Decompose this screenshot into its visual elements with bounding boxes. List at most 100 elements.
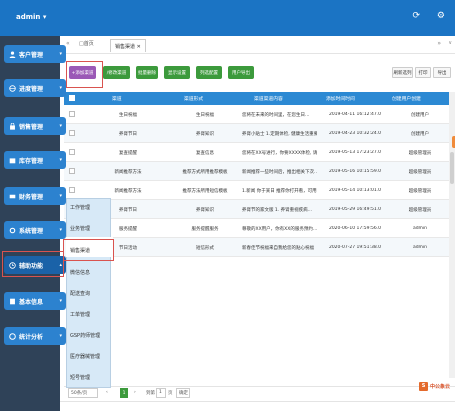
chevron-right-icon[interactable]: » [437, 40, 441, 47]
table-cell: 您将在XX号进行，你要XXXX体检, 请您… [242, 151, 317, 156]
row-checkbox[interactable] [69, 168, 75, 174]
table-cell: 生日祝福 [196, 113, 214, 118]
row-checkbox[interactable] [69, 187, 75, 193]
sidebar-item-sales[interactable]: 销售管理 ▾ [4, 117, 66, 135]
footer-bar [60, 401, 455, 411]
table-cell: 养肾节日 [119, 132, 137, 137]
first-page-button[interactable]: ‹ [106, 390, 108, 395]
row-checkbox[interactable] [69, 149, 75, 155]
tab-active[interactable]: 销售渠道 ✕ [110, 39, 146, 52]
table-cell: 新春佳节祝福来自我给您的贴心祝福 [242, 246, 314, 251]
table-cell: 超级管理员 [408, 208, 432, 213]
sidebar-item-label: 统计分析 [19, 333, 44, 341]
confirm-button[interactable]: 确定 [176, 388, 190, 398]
tab-home[interactable]: □首页 [79, 40, 94, 47]
chevron-down-icon: ▾ [59, 157, 62, 163]
column-config-button[interactable]: 列选配置 [196, 66, 222, 79]
goto-label: 到第 [146, 391, 155, 396]
table-row[interactable]: 新闻推荐方法 推荐方法所用短信模板 1.新闻 你于某日 推荐你打开看，可用… 2019… [64, 181, 455, 200]
column-header[interactable]: 创建用户创建 [392, 95, 421, 102]
submenu-item-medical[interactable]: 医疗器械管理 [70, 353, 100, 360]
page-size-select[interactable]: 50条/页 [68, 388, 98, 398]
table-cell: 养肾小贴士 1.定期体检, 健康生活重要… [242, 132, 317, 137]
table-cell: 养肾知识 [196, 208, 214, 213]
row-checkbox[interactable] [69, 130, 75, 136]
table-cell: 复查提醒 [119, 151, 137, 156]
select-all-checkbox[interactable] [69, 95, 75, 101]
sidebar-item-progress[interactable]: 进度管理 ▾ [4, 79, 66, 97]
page-input[interactable]: 1 [156, 388, 166, 398]
table-row[interactable]: 养肾节日 养肾知识 养肾节的家文版 1. 养肾重视疾病… 2019-05-29 16:… [64, 200, 455, 219]
row-checkbox[interactable] [69, 111, 75, 117]
bag-icon [8, 122, 16, 130]
table-cell: 创建用户 [411, 113, 429, 118]
brand-logo: S 中公象云 [419, 380, 450, 392]
sidebar-item-customers[interactable]: 客户管理 ▾ [4, 45, 66, 63]
sidebar-item-label: 库存管理 [19, 157, 44, 165]
submenu-item-business[interactable]: 业务管理 [70, 225, 90, 232]
user-export-button[interactable]: 用户导出 [228, 66, 254, 79]
table-cell: 尊敬的XX用户，你有XX的服务预约… [242, 227, 317, 232]
batch-delete-button[interactable]: 批量删除 [136, 66, 158, 79]
submenu-item-wechat[interactable]: 微信信息 [70, 269, 90, 276]
sidebar-item-stats[interactable]: 统计分析 ▾ [4, 327, 66, 345]
table-row[interactable]: 养肾节日 养肾知识 养肾小贴士 1.定期体检, 健康生活重要… 2019-04-23 … [64, 124, 455, 143]
table-row[interactable]: 新闻推荐方法 推荐方式所用推荐模板 新闻推荐一些时间后，推出相关下次… 2019-05… [64, 162, 455, 181]
current-page[interactable]: 1 [120, 388, 128, 398]
edit-channel-button[interactable]: /修改渠道 [103, 66, 130, 79]
sidebar-item-inventory[interactable]: 库存管理 ▾ [4, 151, 66, 169]
table-cell: 2019-04-11 16:12:47.0 [328, 112, 382, 117]
gear-icon[interactable]: ⚙ [437, 11, 445, 21]
table-cell: 2020-06-10 17:59:56.0 [328, 226, 382, 231]
submenu-item-delivery[interactable]: 配送查询 [70, 290, 90, 297]
logo-icon: S [419, 381, 428, 391]
table-cell: 养肾知识 [196, 132, 214, 137]
sidebar-item-basic-info[interactable]: 基本信息 ▾ [4, 292, 66, 310]
print-button[interactable]: 打印 [415, 67, 431, 78]
sidebar-item-label: 财务管理 [19, 193, 44, 201]
logo-text: 中公象云 [430, 383, 451, 390]
table-scrollbar[interactable] [449, 92, 455, 378]
sidebar-item-finance[interactable]: 财务管理 ▾ [4, 187, 66, 205]
assist-submenu: 工作管理 业务管理 销售渠道 微信信息 配送查询 工单管理 GSP药师管理 医疗… [66, 198, 113, 388]
submenu-item-gsp[interactable]: GSP药师管理 [70, 332, 100, 339]
refresh-icon[interactable]: ⟳ [413, 11, 421, 21]
table-row[interactable]: 生日祝福 生日祝福 您将在未来的时间里，在您生日… 2019-04-11 16:12:… [64, 105, 455, 124]
submenu-item-work[interactable]: 工作管理 [70, 204, 90, 211]
table-cell: 2019-04-23 10:32:24.0 [328, 131, 382, 136]
export-button[interactable]: 导出 [433, 67, 451, 78]
refresh-columns-button[interactable]: 刷新选列 [392, 67, 413, 78]
show-config-button[interactable]: 显示设置 [164, 66, 190, 79]
column-header[interactable]: 渠道渠道内容 [254, 95, 283, 102]
scrollbar-thumb[interactable] [450, 152, 454, 184]
table-row[interactable]: 节日活动 短信形式 新春佳节祝福来自我给您的贴心祝福 2020-07-27 19:51… [64, 238, 455, 257]
box-icon [8, 156, 16, 164]
highlight-add-button [66, 61, 103, 88]
globe-icon [8, 84, 16, 92]
column-header[interactable]: 渠道形式 [184, 95, 203, 102]
submenu-item-shortcode[interactable]: 短号管理 [70, 374, 90, 381]
table-cell: 复查信息 [196, 151, 214, 156]
chevron-down-icon: ▾ [59, 227, 62, 233]
top-icons: ⟳ ⚙ [399, 11, 446, 21]
next-page-button[interactable]: › [134, 390, 136, 395]
sidebar-item-system[interactable]: 系统管理 ▾ [4, 221, 66, 239]
table-cell: 短信形式 [196, 246, 214, 251]
table-cell: 2019-05-16 10:15:59.0 [328, 169, 382, 174]
chevron-down-icon: ▾ [59, 193, 62, 199]
table-row[interactable]: 复查提醒 复查信息 您将在XX号进行，你要XXXX体检, 请您… 2019-05-13… [64, 143, 455, 162]
column-header[interactable]: 渠道 [112, 95, 122, 102]
chevron-left-icon[interactable]: « [66, 40, 70, 47]
admin-menu[interactable]: admin ▾ [16, 13, 46, 21]
submenu-item-workorder[interactable]: 工单管理 [70, 311, 90, 318]
tab-home-label: 首页 [83, 41, 94, 47]
table-cell: 超级管理员 [408, 151, 432, 156]
table-cell: 新闻推荐一些时间后，推出相关下次… [242, 170, 317, 175]
table-cell: 2019-05-14 10:13:01.0 [328, 188, 382, 193]
column-header[interactable]: 添加时间时间 [326, 95, 355, 102]
chevron-down-icon: ▾ [59, 298, 62, 304]
table-row[interactable]: 服务提醒 服务提醒服务 尊敬的XX用户，你有XX的服务预约… 2020-06-10 1… [64, 219, 455, 238]
chevron-down-icon[interactable]: ∨ [448, 40, 452, 46]
table-cell: 养肾节的家文版 1. 养肾重视疾病… [242, 208, 313, 213]
page-unit-label: 页 [168, 391, 173, 396]
